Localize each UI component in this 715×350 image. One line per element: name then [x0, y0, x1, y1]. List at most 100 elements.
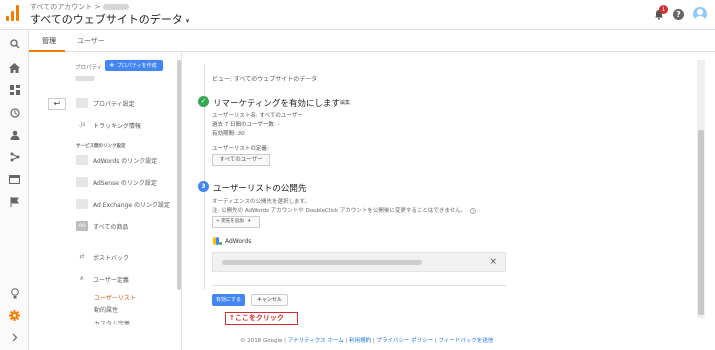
footer-link-feedback[interactable]: フィードバックを送信 [438, 338, 493, 344]
create-property-label: プロパティを作成 [116, 63, 157, 69]
close-icon[interactable]: × [489, 256, 497, 268]
menu-property-settings[interactable]: プロパティ設定 [76, 96, 135, 110]
sub-item-custom-definitions[interactable]: カスタム定義 [94, 319, 130, 324]
search-icon[interactable] [8, 39, 21, 52]
scrollbar-thumb[interactable] [698, 130, 704, 315]
destinations-description: オーディエンスの公開先を選択します。 [212, 199, 310, 205]
property-name-redacted[interactable] [75, 76, 95, 81]
view-selector[interactable]: すべてのウェブサイトのデータ ▾ [30, 11, 189, 27]
left-nav-rail [0, 30, 29, 350]
menu-tracking-info[interactable]: .js トラッキング情報 [76, 118, 141, 132]
menu-audience-definitions[interactable]: ⋔ ユーザー定義 [76, 272, 129, 286]
flag-icon[interactable] [8, 197, 21, 210]
users-count-text: 過去 7 日間のユーザー数: - [212, 120, 280, 128]
clock-icon[interactable] [8, 108, 21, 121]
menu-label: Ad Exchange のリンク設定 [93, 201, 170, 209]
selected-view-text: ビュー: すべてのウェブサイトのデータ [212, 76, 318, 83]
gear-icon[interactable] [8, 310, 21, 323]
adwords-label: AdWords [225, 237, 252, 245]
duration-value: 30 [237, 131, 245, 137]
tab-admin[interactable]: 管理 [42, 36, 56, 46]
chevron-down-icon: ▾ [248, 219, 251, 224]
menu-label: ユーザー定義 [93, 276, 129, 284]
help-circle-icon[interactable]: ? [470, 207, 477, 214]
product-linking-section-header: サービス間のリンク設定 [76, 144, 126, 149]
cancel-button[interactable]: キャンセル [251, 294, 288, 306]
menu-postbacks[interactable]: ⇄ ポストバック [76, 250, 129, 264]
notifications-bell-icon[interactable]: 1 [653, 4, 668, 20]
tracking-code-icon: .js [78, 121, 86, 128]
menu-ad-exchange-linking[interactable]: Ad Exchange のリンク設定 [76, 197, 170, 211]
tab-user[interactable]: ユーザー [77, 36, 105, 46]
menu-label: プロパティ設定 [93, 100, 135, 108]
notification-badge: 1 [659, 4, 668, 14]
audience-definitions-icon: ⋔ [79, 275, 85, 282]
menu-label: AdWords のリンク設定 [93, 157, 158, 165]
adwords-linking-icon [76, 155, 88, 165]
plus-icon: + [109, 61, 115, 69]
step-number-badge: 3 [198, 181, 209, 192]
home-icon[interactable] [8, 63, 21, 76]
users-count-label: 過去 7 日間のユーザー数: [212, 122, 278, 128]
expand-icon[interactable] [8, 333, 21, 346]
footer-link-terms[interactable]: 利用規約 [349, 338, 371, 344]
breadcrumb-account-redacted [103, 4, 130, 10]
destinations-note-text: 注: 公開先の AdWords アカウントや DoubleClick アカウント… [212, 208, 467, 214]
property-settings-icon [76, 98, 88, 108]
create-property-button[interactable]: + プロパティを作成 [105, 60, 163, 71]
view-title: すべてのウェブサイトのデータ [30, 13, 183, 26]
footer-link-privacy[interactable]: プライバシー ポリシー [376, 338, 433, 344]
breadcrumb-text[interactable]: すべてのアカウント > [30, 3, 100, 11]
menu-adwords-linking[interactable]: AdWords のリンク設定 [76, 153, 157, 167]
menu-label: ポストバック [93, 254, 130, 262]
back-arrow-button[interactable]: ↩ [48, 98, 66, 110]
list-definition-label: ユーザーリストの定義: [212, 146, 269, 152]
list-name-text: ユーザーリスト名: すべてのユーザー [212, 113, 303, 119]
all-products-icon: oo [76, 221, 88, 231]
postback-icon: ⇄ [79, 253, 85, 260]
menu-label: すべての商品 [93, 223, 129, 231]
analytics-logo-icon[interactable] [6, 5, 20, 21]
destinations-note: 注: 公開先の AdWords アカウントや DoubleClick アカウント… [212, 206, 477, 214]
property-label: プロパティ [75, 65, 103, 71]
adsense-linking-icon [76, 177, 88, 187]
edit-link[interactable]: 編集 [340, 99, 350, 106]
property-column: プロパティ + プロパティを作成 ↩ プロパティ設定 .js トラッキング情報 サ… [48, 52, 182, 350]
menu-adsense-linking[interactable]: AdSense のリンク設定 [76, 175, 157, 189]
person-icon[interactable] [8, 130, 21, 143]
add-destination-label: + 宛先を追加 [216, 219, 244, 224]
step-title-destinations: ユーザーリストの公開先 [213, 184, 307, 194]
list-definition-button[interactable]: すべてのユーザー [212, 154, 270, 166]
duration-text: 有効期間: 30 [212, 129, 245, 137]
duration-label: 有効期間: [212, 131, 238, 137]
admin-tabs: 管理 ユーザー [29, 30, 715, 52]
left-column-scrollbar[interactable] [177, 60, 181, 290]
dashboard-icon[interactable] [8, 85, 21, 98]
avatar[interactable] [693, 7, 707, 21]
ad-exchange-linking-icon [76, 199, 88, 209]
chevron-down-icon: ▾ [185, 17, 190, 25]
footer-link-analytics-home[interactable]: アナリティクス ホーム [288, 338, 344, 344]
menu-all-products[interactable]: oo すべての商品 [76, 219, 128, 233]
click-here-annotation: ↑ここをクリック [225, 312, 298, 325]
audience-wizard: ビュー: すべてのウェブサイトのデータ ✓ リマーケティングを有効にします 編集… [196, 60, 706, 325]
sub-item-audiences[interactable]: ユーザーリスト [94, 293, 136, 302]
acquisition-icon[interactable] [8, 152, 21, 165]
account-id-redacted [222, 260, 422, 265]
add-destination-button[interactable]: + 宛先を追加 ▾ [212, 216, 260, 228]
main-scrollbar[interactable] [697, 60, 705, 318]
sub-item-dynamic-attributes[interactable]: 動的属性 [94, 305, 118, 314]
users-count-value: - [277, 122, 280, 128]
step-title-enable-remarketing: リマーケティングを有効にします [213, 99, 340, 109]
check-icon: ✓ [198, 96, 209, 107]
help-icon[interactable]: ? [673, 8, 684, 20]
adwords-account-field[interactable]: × [212, 252, 506, 272]
lightbulb-icon[interactable] [8, 288, 21, 301]
footer: © 2018 Google | アナリティクス ホーム | 利用規約 | プライ… [240, 336, 493, 344]
menu-label: トラッキング情報 [93, 122, 141, 130]
copyright-text: © 2018 Google | [240, 338, 288, 344]
enable-button[interactable]: 有効にする [212, 294, 245, 306]
top-header: すべてのアカウント > すべてのウェブサイトのデータ ▾ 1 ? [0, 0, 715, 30]
behavior-icon[interactable] [8, 175, 21, 188]
menu-label: AdSense のリンク設定 [93, 179, 157, 187]
